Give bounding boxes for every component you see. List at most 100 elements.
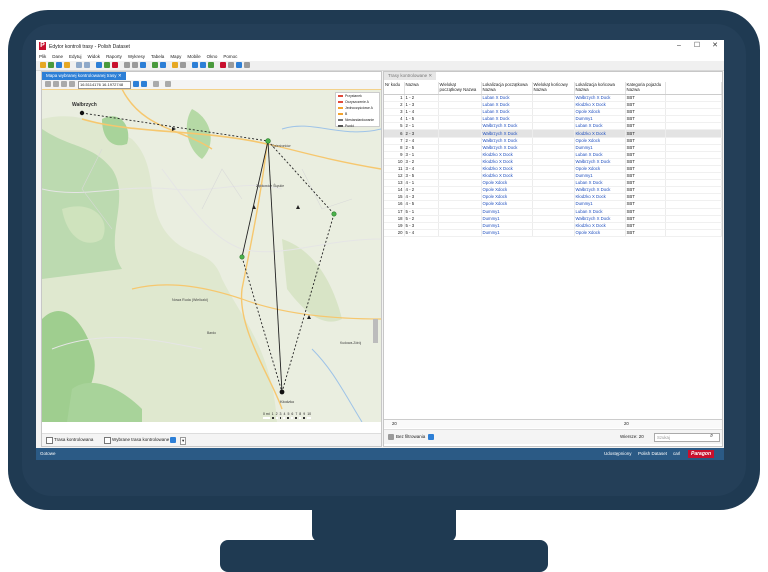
menu-item[interactable]: Dane xyxy=(52,54,63,59)
column-header[interactable]: Kategoria pojazdu Nazwa xyxy=(625,82,666,95)
window-icon[interactable] xyxy=(244,62,250,68)
zoom-in-icon[interactable] xyxy=(133,81,139,87)
undo-icon[interactable] xyxy=(76,62,82,68)
table-row[interactable]: 20 5 - 4 Dummy1 Opole Xdock SBT xyxy=(384,229,722,237)
layers-icon[interactable] xyxy=(69,81,75,87)
sort-icon[interactable] xyxy=(132,62,138,68)
filter-label[interactable]: Bez filtrowania xyxy=(396,434,425,439)
table-row[interactable]: 10 3 - 2 Kłodzko X Dock Wałbrzych X Dock SBT xyxy=(384,158,722,166)
tab-close-icon[interactable]: ✕ xyxy=(428,73,432,78)
table-icon[interactable] xyxy=(96,62,102,68)
table-row[interactable]: 62 - 3 Wałbrzych X Dock Kłodzko X Dock SBT xyxy=(384,129,722,138)
column-header[interactable]: Lokalizacja końcowa Nazwa xyxy=(574,82,626,95)
map-icon[interactable] xyxy=(152,62,158,68)
settings-icon[interactable] xyxy=(228,62,234,68)
menu-item[interactable]: Wykresy xyxy=(128,54,145,59)
table-row[interactable]: 82 - 5 Wałbrzych X Dock Dummy1 SBT xyxy=(384,144,722,152)
route-options-dropdown[interactable]: ▾ xyxy=(180,437,187,445)
filter-dropdown-icon[interactable] xyxy=(428,434,434,440)
route-icon[interactable] xyxy=(160,62,166,68)
menu-item[interactable]: Widok xyxy=(88,54,101,59)
cell-empty xyxy=(532,179,575,188)
table-row[interactable]: 19 5 - 3 Dummy1 Kłodzko X Dock SBT xyxy=(384,222,722,230)
table-row[interactable]: 41 - 5 Luban X Dock Dummy1 SBT xyxy=(384,115,722,124)
run-icon[interactable] xyxy=(208,62,214,68)
column-header[interactable]: Nazwa xyxy=(404,82,439,95)
column-header[interactable]: Nr kodu xyxy=(384,82,405,95)
scale-tick: 5 xyxy=(287,412,290,419)
cell-empty xyxy=(532,101,575,110)
fit-icon[interactable] xyxy=(153,81,159,87)
add-icon[interactable] xyxy=(104,62,110,68)
menu-item[interactable]: Plik xyxy=(39,54,46,59)
cell-empty xyxy=(438,129,482,138)
minimize-button[interactable]: – xyxy=(674,42,684,50)
cell-start: Kłodzko X Dock xyxy=(481,172,533,181)
route-map[interactable]: Wałbrzych Nowa Ruda (Wieliczki) Kłodzko … xyxy=(42,89,381,422)
column-header[interactable]: Wielokąt końcowy Nazwa xyxy=(532,82,575,95)
measure-icon[interactable] xyxy=(61,81,67,87)
table-row[interactable]: 11 - 2 Luban X Dock Wałbrzych X Dock SBT xyxy=(384,94,722,103)
cell-nr: 19 xyxy=(384,222,405,230)
table-row[interactable]: 21 - 3 Luban X Dock Kłodzko X Dock SBT xyxy=(384,101,722,110)
table-row[interactable]: 12 3 - 5 Kłodzko X Dock Dummy1 SBT xyxy=(384,172,722,181)
menu-item[interactable]: Mobile xyxy=(187,54,200,59)
import-icon[interactable] xyxy=(192,62,198,68)
menu-item[interactable]: Tabela xyxy=(151,54,164,59)
table-row[interactable]: 93 - 1 Kłodzko X Dock Luban X Dock SBT xyxy=(384,151,722,159)
column-header[interactable]: Lokalizacja początkowa Nazwa xyxy=(481,82,533,95)
pan-icon[interactable] xyxy=(45,81,51,87)
filter-icon[interactable] xyxy=(388,434,394,440)
cell-start: Dummy1 xyxy=(481,229,533,237)
menu-item[interactable]: Okno xyxy=(207,54,218,59)
maximize-button[interactable]: ☐ xyxy=(692,42,702,50)
selected-routes-checkbox[interactable] xyxy=(104,437,111,444)
column-header[interactable]: Wielokąt początkowy Nazwa xyxy=(438,82,482,95)
route-color-icon[interactable] xyxy=(170,437,176,443)
table-row[interactable]: 14 4 - 2 Opole Xdock Wałbrzych X Dock SBT xyxy=(384,186,722,195)
table-row[interactable]: 15 4 - 3 Opole Xdock Kłodzko X Dock SBT xyxy=(384,193,722,202)
table-row[interactable]: 31 - 4 Luban X Dock Opole Xdock SBT xyxy=(384,108,722,117)
stop-icon[interactable] xyxy=(220,62,226,68)
tab-map[interactable]: Mapa wybranej kontrolowanej trasy ✕ xyxy=(42,72,126,80)
filter-icon[interactable] xyxy=(124,62,130,68)
table-row[interactable]: 11 3 - 4 Kłodzko X Dock Opole Xdock SBT xyxy=(384,165,722,174)
table-row[interactable]: 16 4 - 5 Opole Xdock Dummy1 SBT xyxy=(384,200,722,209)
chart-icon[interactable] xyxy=(140,62,146,68)
menu-item[interactable]: Edytuj xyxy=(69,54,82,59)
close-button[interactable]: ✕ xyxy=(710,42,720,50)
search-icon[interactable]: ⌕ xyxy=(710,433,713,440)
tab-routes[interactable]: Trasy kontrolowane ✕ xyxy=(384,72,437,80)
cell-name: 4 - 5 xyxy=(404,200,439,209)
table-row[interactable]: 18 5 - 2 Dummy1 Wałbrzych X Dock SBT xyxy=(384,215,722,223)
route-checkbox[interactable] xyxy=(46,437,53,444)
export-icon[interactable] xyxy=(200,62,206,68)
coordinates-input[interactable]: 16.5114176 16.1972748 xyxy=(78,81,131,89)
refresh-icon[interactable] xyxy=(56,62,62,68)
cell-end: Dummy1 xyxy=(574,172,626,181)
map-scrollbar[interactable] xyxy=(373,319,378,343)
tab-close-icon[interactable]: ✕ xyxy=(118,73,122,78)
open-icon[interactable] xyxy=(40,62,46,68)
menu-item[interactable]: Raporty xyxy=(106,54,122,59)
table-row[interactable]: 52 - 1 Wałbrzych X Dock Luban X Dock SBT xyxy=(384,122,722,131)
table-row[interactable]: 13 4 - 1 Opole Xdock Luban X Dock SBT xyxy=(384,179,722,188)
edit-icon[interactable] xyxy=(64,62,70,68)
scale-tick: 1 xyxy=(271,412,274,419)
cell-end: Luban X Dock xyxy=(574,122,626,131)
cell-empty xyxy=(665,229,722,237)
print-map-icon[interactable] xyxy=(165,81,171,87)
save-icon[interactable] xyxy=(48,62,54,68)
select-icon[interactable] xyxy=(53,81,59,87)
zoom-out-icon[interactable] xyxy=(141,81,147,87)
table-row[interactable]: 72 - 4 Wałbrzych X Dock Opole Xdock SBT xyxy=(384,137,722,145)
menu-item[interactable]: Pomoc xyxy=(223,54,237,59)
table-row[interactable]: 17 5 - 1 Dummy1 Luban X Dock SBT xyxy=(384,208,722,216)
help-icon[interactable] xyxy=(236,62,242,68)
redo-icon[interactable] xyxy=(84,62,90,68)
print-icon[interactable] xyxy=(180,62,186,68)
menu-item[interactable]: Mapy xyxy=(170,54,181,59)
cell-cat: SBT xyxy=(625,108,666,117)
report-icon[interactable] xyxy=(172,62,178,68)
delete-icon[interactable] xyxy=(112,62,118,68)
